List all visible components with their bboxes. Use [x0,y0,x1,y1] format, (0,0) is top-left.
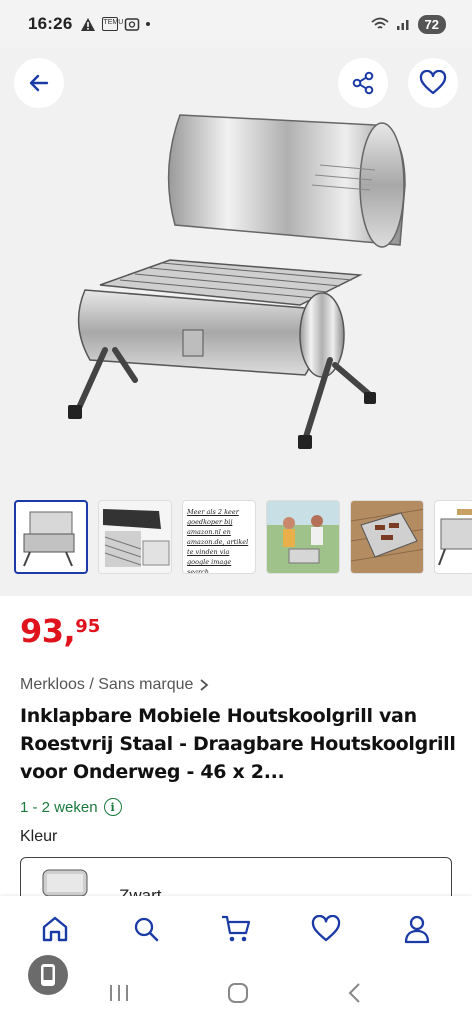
price-cents: 95 [75,616,101,637]
share-button[interactable] [338,58,388,108]
thumbnail-image [351,501,423,573]
share-icon [352,71,374,95]
status-notification-icons: TEMU [80,17,151,32]
nav-cart[interactable] [212,905,260,953]
search-icon [134,917,158,942]
signal-icon [396,20,409,30]
nav-home[interactable] [31,905,79,953]
battery-indicator: 72 [417,14,446,34]
dot-icon [146,22,151,26]
thumbnail-grill-closed-detail[interactable] [98,500,172,574]
thumbnail-lifestyle-people[interactable] [266,500,340,574]
status-system-icons: 72 [370,14,446,34]
temu-notification-icon: TEMU [102,17,123,31]
price-main: 93, [20,612,76,650]
nav-favorites[interactable] [302,905,350,953]
back-nav-icon[interactable] [345,981,365,1005]
product-main-image [68,114,406,449]
info-icon[interactable]: i [103,798,122,816]
wifi-icon [370,17,389,29]
home-circle-icon[interactable] [226,981,250,1005]
phone-icon [41,964,55,986]
favorite-button[interactable] [408,58,458,108]
thumbnail-note-text: Meer als 2 keer goedkoper bij amazon.nl … [187,508,249,574]
recent-apps-icon[interactable] [107,983,131,1003]
product-image-gallery[interactable]: Meer als 2 keer goedkoper bij amazon.nl … [0,48,472,596]
heart-icon [312,915,341,942]
arrow-left-icon [29,74,49,92]
home-icon [42,916,68,942]
thumbnail-image [438,509,472,566]
nav-profile[interactable] [393,905,441,953]
thumbnail-image [99,501,171,573]
delivery-label: 1 - 2 weken [20,798,98,816]
floating-phone-button[interactable] [28,955,68,995]
status-time: 16:26 [28,14,73,33]
thumbnail-grill-partial[interactable] [434,500,472,574]
profile-icon [404,915,429,944]
system-navigation-bar [0,962,472,1024]
color-label: Kleur [20,828,58,845]
thumbnail-image [267,501,339,573]
brand-label: Merkloos / Sans marque [20,676,194,693]
product-title: Inklapbare Mobiele Houtskoolgrill van Ro… [20,705,456,783]
thumbnail-text-note[interactable]: Meer als 2 keer goedkoper bij amazon.nl … [182,500,256,574]
warning-icon [81,17,96,31]
brand-link[interactable]: Merkloos / Sans marque [20,676,209,694]
screenshot-icon [125,17,140,31]
thumbnail-grill-with-food[interactable] [350,500,424,574]
back-button[interactable] [14,58,64,108]
chevron-right-icon [200,679,209,691]
thumbnail-strip[interactable]: Meer als 2 keer goedkoper bij amazon.nl … [14,500,472,574]
product-price: 93, 95 [20,612,100,650]
nav-search[interactable] [122,905,170,953]
thumbnail-image [23,511,75,567]
bottom-navigation [0,896,472,962]
cart-icon [221,915,251,942]
thumbnail-grill-open[interactable] [14,500,88,574]
status-bar: 16:26 TEMU 72 [0,0,472,48]
heart-icon [419,70,447,95]
delivery-time: 1 - 2 weken i [20,798,122,816]
